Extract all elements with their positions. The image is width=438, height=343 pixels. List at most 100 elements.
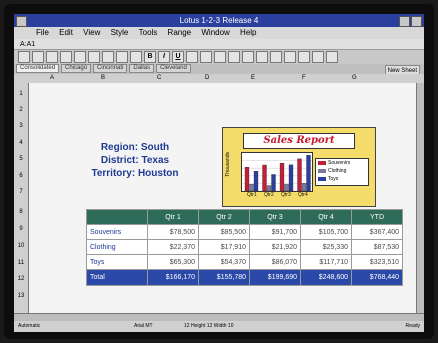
- status-font[interactable]: Arial MT: [134, 321, 153, 332]
- tab-consolidated[interactable]: Consolidated: [16, 64, 60, 73]
- value-cell[interactable]: $367,400: [351, 224, 403, 240]
- draw-line-icon[interactable]: [242, 51, 254, 63]
- header-cell[interactable]: [86, 209, 148, 225]
- align-left-icon[interactable]: [186, 51, 198, 63]
- menu-range[interactable]: Range: [168, 28, 192, 37]
- text-block-icon[interactable]: [298, 51, 310, 63]
- value-cell[interactable]: $65,300: [147, 254, 199, 270]
- value-cell[interactable]: $78,500: [147, 224, 199, 240]
- control-menu-icon[interactable]: [16, 16, 27, 27]
- row-header[interactable]: 7: [14, 189, 28, 195]
- value-cell[interactable]: $85,500: [198, 224, 250, 240]
- draw-arrow-icon[interactable]: [256, 51, 268, 63]
- district-label: District: Texas: [100, 155, 170, 166]
- row-header[interactable]: 12: [14, 276, 28, 282]
- status-mode[interactable]: Automatic: [18, 321, 40, 332]
- bold-icon[interactable]: B: [144, 51, 156, 63]
- print-icon[interactable]: [60, 51, 72, 63]
- row-label-cell[interactable]: Toys: [86, 254, 148, 270]
- row-header[interactable]: 13: [14, 293, 28, 299]
- row-header[interactable]: 8: [14, 209, 28, 215]
- value-cell[interactable]: $86,070: [249, 254, 301, 270]
- cell-address[interactable]: A:A1: [14, 39, 424, 50]
- draw-rect-icon[interactable]: [270, 51, 282, 63]
- value-cell[interactable]: $117,710: [300, 254, 352, 270]
- cut-icon[interactable]: [102, 51, 114, 63]
- column-header[interactable]: G: [352, 74, 357, 83]
- worksheet-grid[interactable]: Region: South District: Texas Territory:…: [29, 83, 424, 313]
- save-icon[interactable]: [46, 51, 58, 63]
- open-file-icon[interactable]: [32, 51, 44, 63]
- copy-icon[interactable]: [116, 51, 128, 63]
- row-label-cell[interactable]: Souvenirs: [86, 224, 148, 240]
- value-cell[interactable]: $22,370: [147, 239, 199, 255]
- align-right-icon[interactable]: [214, 51, 226, 63]
- value-cell[interactable]: $21,920: [249, 239, 301, 255]
- maximize-icon[interactable]: [411, 16, 422, 27]
- align-center-icon[interactable]: [200, 51, 212, 63]
- row-header[interactable]: 9: [14, 226, 28, 232]
- value-cell[interactable]: $17,910: [198, 239, 250, 255]
- tab-dallas[interactable]: Dallas: [129, 64, 155, 73]
- row-label-cell[interactable]: Clothing: [86, 239, 148, 255]
- row-header[interactable]: 10: [14, 243, 28, 249]
- sort-icon[interactable]: [326, 51, 338, 63]
- total-value-cell[interactable]: $199,690: [249, 269, 301, 286]
- vertical-scrollbar[interactable]: [416, 83, 424, 313]
- row-header[interactable]: 1: [14, 91, 28, 97]
- column-header[interactable]: D: [205, 74, 209, 83]
- status-bar: Automatic Arial MT 12 Height 12 Width 10…: [14, 321, 424, 332]
- header-cell[interactable]: Qtr 2: [198, 209, 250, 225]
- total-value-cell[interactable]: $768,440: [351, 269, 403, 286]
- value-cell[interactable]: $323,510: [351, 254, 403, 270]
- undo-icon[interactable]: [88, 51, 100, 63]
- chart-icon[interactable]: [228, 51, 240, 63]
- row-header[interactable]: 6: [14, 173, 28, 179]
- draw-ellipse-icon[interactable]: [284, 51, 296, 63]
- row-header[interactable]: 3: [14, 123, 28, 129]
- value-cell[interactable]: $25,330: [300, 239, 352, 255]
- preview-icon[interactable]: [74, 51, 86, 63]
- value-cell[interactable]: $105,700: [300, 224, 352, 240]
- table-row: Toys $65,300 $54,370 $86,070 $117,710 $3…: [86, 254, 403, 270]
- menu-help[interactable]: Help: [240, 28, 256, 37]
- header-cell[interactable]: Qtr 1: [147, 209, 199, 225]
- underline-icon[interactable]: U: [172, 51, 184, 63]
- row-header[interactable]: 5: [14, 156, 28, 162]
- menu-window[interactable]: Window: [201, 28, 229, 37]
- tab-cleveland[interactable]: Cleveland: [156, 64, 191, 73]
- value-cell[interactable]: $91,700: [249, 224, 301, 240]
- header-cell[interactable]: Qtr 4: [300, 209, 352, 225]
- menu-edit[interactable]: Edit: [59, 28, 73, 37]
- tab-cincinnati[interactable]: Cincinnati: [93, 64, 128, 73]
- italic-icon[interactable]: I: [158, 51, 170, 63]
- header-cell[interactable]: YTD: [351, 209, 403, 225]
- sum-icon[interactable]: [312, 51, 324, 63]
- paste-icon[interactable]: [130, 51, 142, 63]
- total-value-cell[interactable]: $155,780: [198, 269, 250, 286]
- total-label-cell[interactable]: Total: [86, 269, 148, 286]
- column-header[interactable]: E: [251, 74, 255, 83]
- total-value-cell[interactable]: $248,600: [300, 269, 352, 286]
- sales-chart[interactable]: Sales Report Thousands Qtr1 Qtr2 Qtr3 Qt…: [222, 127, 376, 207]
- total-value-cell[interactable]: $166,170: [147, 269, 199, 286]
- value-cell[interactable]: $54,370: [198, 254, 250, 270]
- column-header[interactable]: A: [50, 74, 54, 83]
- minimize-icon[interactable]: [399, 16, 410, 27]
- tab-chicago[interactable]: Chicago: [61, 64, 92, 73]
- new-file-icon[interactable]: [18, 51, 30, 63]
- column-header[interactable]: F: [302, 74, 306, 83]
- chart-legend: Souvenirs Clothing Toys: [315, 158, 369, 186]
- row-header[interactable]: 4: [14, 140, 28, 146]
- menu-tools[interactable]: Tools: [139, 28, 158, 37]
- column-header[interactable]: B: [101, 74, 105, 83]
- header-cell[interactable]: Qtr 3: [249, 209, 301, 225]
- status-size[interactable]: 12 Height 12 Width 10: [184, 321, 233, 332]
- value-cell[interactable]: $87,530: [351, 239, 403, 255]
- menu-style[interactable]: Style: [111, 28, 129, 37]
- menu-view[interactable]: View: [83, 28, 100, 37]
- row-header[interactable]: 2: [14, 107, 28, 113]
- column-header[interactable]: C: [157, 74, 161, 83]
- menu-file[interactable]: File: [36, 28, 49, 37]
- row-header[interactable]: 11: [14, 260, 28, 266]
